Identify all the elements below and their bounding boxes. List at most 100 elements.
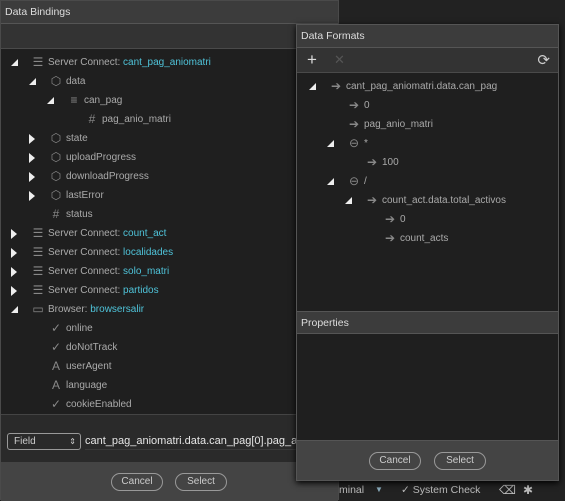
database-icon: ☰ bbox=[32, 283, 44, 297]
check-icon: ✓ bbox=[401, 484, 413, 496]
tree-item[interactable]: ⬡ downloadProgress bbox=[1, 167, 338, 186]
expand-toggle-icon[interactable] bbox=[29, 172, 35, 182]
data-bindings-dialog: Data Bindings ☰ Server Connect: cant_pag_… bbox=[0, 0, 339, 501]
component-name: count_act bbox=[123, 228, 167, 239]
check-icon: ✓ bbox=[50, 340, 62, 354]
expand-toggle-icon[interactable] bbox=[29, 134, 35, 144]
tree-item[interactable]: ☰ Server Connect: cant_pag_aniomatri bbox=[1, 53, 338, 72]
label-text: cant_pag_aniomatri.data.can_pag bbox=[346, 81, 498, 92]
browser-icon: ▭ bbox=[32, 302, 44, 316]
tree-item[interactable]: AuserAgent bbox=[1, 357, 338, 376]
expand-toggle-icon[interactable] bbox=[11, 286, 17, 296]
close-icon[interactable]: ✕ bbox=[334, 52, 345, 68]
select-button[interactable]: Select bbox=[175, 473, 227, 491]
tree-item[interactable]: ➔ count_act.data.total_activos bbox=[297, 191, 558, 210]
tree-item[interactable]: ➔ cant_pag_aniomatri.data.can_pag bbox=[297, 77, 558, 96]
data-formats-dialog: Data Formats + ✕ ⟳ ➔ cant_pag_aniomatri.d… bbox=[296, 24, 559, 481]
tree-item[interactable]: ⊖ / bbox=[297, 172, 558, 191]
expand-toggle-icon[interactable] bbox=[29, 153, 35, 163]
dialog-title: Data Bindings bbox=[1, 1, 338, 24]
tree-item[interactable]: ⬡ data bbox=[1, 72, 338, 91]
expand-toggle-icon[interactable] bbox=[11, 229, 17, 239]
collapse-toggle-icon[interactable] bbox=[11, 306, 18, 313]
tree-item[interactable]: ⬡ lastError bbox=[1, 186, 338, 205]
button-bar: Cancel Select bbox=[297, 440, 558, 480]
tree-item[interactable]: ✓ cookieEnabled bbox=[1, 395, 338, 414]
expand-toggle-icon[interactable] bbox=[11, 267, 17, 277]
tree-item[interactable]: Alanguage bbox=[1, 376, 338, 395]
eraser-icon[interactable]: ⌫ bbox=[499, 480, 516, 500]
label-text: Server Connect: bbox=[48, 247, 124, 258]
select-button[interactable]: Select bbox=[434, 452, 486, 470]
tree-item[interactable]: # pag_anio_matri bbox=[1, 110, 338, 129]
cancel-button[interactable]: Cancel bbox=[369, 452, 421, 470]
cube-icon: ⬡ bbox=[50, 131, 62, 145]
tree-item-label: status bbox=[66, 208, 93, 221]
label-text: state bbox=[66, 133, 88, 144]
tree-item-label: doNotTrack bbox=[66, 341, 117, 354]
label-text: lastError bbox=[66, 190, 104, 201]
tree-item[interactable]: ⬡ uploadProgress bbox=[1, 148, 338, 167]
dropdown-icon[interactable]: ▼ bbox=[375, 480, 383, 500]
label-text: 0 bbox=[364, 100, 370, 111]
text-icon: A bbox=[51, 359, 60, 373]
bug-icon[interactable]: ✱ bbox=[523, 480, 533, 500]
check-icon: ✓ bbox=[50, 397, 62, 411]
collapse-toggle-icon[interactable] bbox=[309, 83, 316, 90]
collapse-toggle-icon[interactable] bbox=[11, 59, 18, 66]
tree-item[interactable]: ➔ count_acts bbox=[297, 229, 558, 248]
tree-item[interactable]: ➔ 100 bbox=[297, 153, 558, 172]
cube-icon: ⬡ bbox=[50, 169, 62, 183]
tree-item[interactable]: ☰ Server Connect: solo_matri bbox=[1, 262, 338, 281]
cube-icon: ⬡ bbox=[50, 150, 62, 164]
properties-header: Properties bbox=[297, 311, 558, 334]
tree-item[interactable]: ✓ online bbox=[1, 319, 338, 338]
label-text: data bbox=[66, 76, 86, 87]
tree-item[interactable]: ≡ can_pag bbox=[1, 91, 338, 110]
tree-item[interactable]: ➔ pag_anio_matri bbox=[297, 115, 558, 134]
circle-arrow-icon: ⊖ bbox=[348, 136, 360, 150]
label-text: Server Connect: bbox=[48, 285, 124, 296]
check-icon: ✓ bbox=[50, 321, 62, 335]
cancel-button[interactable]: Cancel bbox=[111, 473, 163, 491]
component-name: localidades bbox=[123, 247, 174, 258]
updown-icon: ⇕ bbox=[69, 437, 76, 446]
tree-item[interactable]: ✓ doNotTrack bbox=[1, 338, 338, 357]
refresh-icon[interactable]: ⟳ bbox=[537, 51, 550, 69]
expand-toggle-icon[interactable] bbox=[11, 248, 17, 258]
collapse-toggle-icon[interactable] bbox=[47, 97, 54, 104]
database-icon: ☰ bbox=[32, 264, 44, 278]
cube-icon: ⬡ bbox=[50, 74, 62, 88]
collapse-toggle-icon[interactable] bbox=[327, 178, 334, 185]
system-check-button[interactable]: ✓ System Check bbox=[401, 480, 480, 500]
label-text: / bbox=[364, 176, 367, 187]
collapse-toggle-icon[interactable] bbox=[345, 197, 352, 204]
tree-item[interactable]: ☰ Server Connect: count_act bbox=[1, 224, 338, 243]
bindings-tree: ☰ Server Connect: cant_pag_aniomatri ⬡ data… bbox=[1, 49, 338, 414]
label-text: uploadProgress bbox=[66, 152, 137, 163]
field-type-select[interactable]: Field ⇕ bbox=[7, 433, 81, 450]
tree-item[interactable]: ☰ Server Connect: localidades bbox=[1, 243, 338, 262]
add-icon[interactable]: + bbox=[307, 50, 317, 70]
collapse-toggle-icon[interactable] bbox=[29, 78, 36, 85]
tree-item[interactable]: ⬡ state bbox=[1, 129, 338, 148]
tree-item[interactable]: # status bbox=[1, 205, 338, 224]
tree-item-label: uploadProgress bbox=[66, 151, 136, 164]
tree-item[interactable]: ▭ Browser: browsersalir bbox=[1, 300, 338, 319]
arrow-icon: ➔ bbox=[348, 117, 360, 131]
tree-item[interactable]: ➔ 0 bbox=[297, 210, 558, 229]
list-icon: ≡ bbox=[70, 93, 78, 107]
field-bar: Field ⇕ cant_pag_aniomatri.data.can_pag[0… bbox=[1, 414, 338, 463]
status-bar: minal ▼ ✓ System Check ⌫ ✱ bbox=[339, 480, 565, 500]
label-text: doNotTrack bbox=[66, 342, 118, 353]
tree-item[interactable]: ➔ 0 bbox=[297, 96, 558, 115]
tree-item-label: pag_anio_matri bbox=[102, 113, 171, 126]
tree-item[interactable]: ☰ Server Connect: partidos bbox=[1, 281, 338, 300]
expand-toggle-icon[interactable] bbox=[29, 191, 35, 201]
label-text: pag_anio_matri bbox=[364, 119, 433, 130]
tree-item[interactable]: ⊖ * bbox=[297, 134, 558, 153]
component-name: partidos bbox=[123, 285, 159, 296]
label-text: userAgent bbox=[66, 361, 112, 372]
terminal-tab[interactable]: minal bbox=[339, 480, 364, 500]
collapse-toggle-icon[interactable] bbox=[327, 140, 334, 147]
